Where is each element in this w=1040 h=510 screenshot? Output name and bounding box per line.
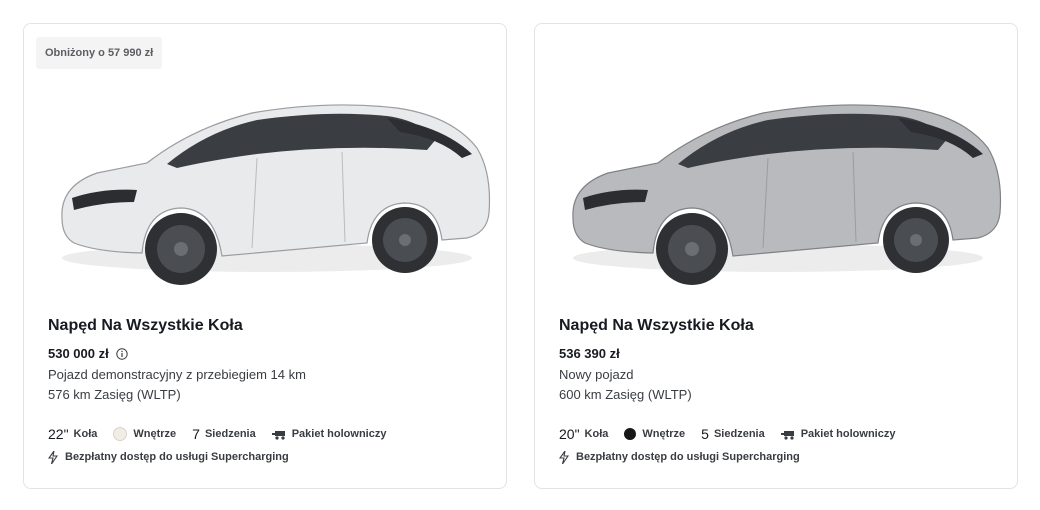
vehicle-condition: Nowy pojazd bbox=[559, 367, 634, 382]
supercharging-note: Bezpłatny dostęp do usługi Supercharging bbox=[559, 448, 997, 466]
interior-swatch bbox=[113, 427, 128, 441]
car-image[interactable] bbox=[553, 68, 1003, 293]
vehicle-card[interactable]: Napęd Na Wszystkie Koła 536 390 zł Nowy … bbox=[534, 23, 1018, 489]
tow-label: Pakiet holowniczy bbox=[291, 428, 387, 440]
wheels-value: 20" bbox=[559, 426, 580, 442]
vehicle-title[interactable]: Napęd Na Wszystkie Koła bbox=[559, 316, 997, 336]
seats-value: 7 bbox=[192, 426, 200, 442]
vehicle-card[interactable]: Obniżony o 57 990 zł Napęd Na Wszystkie … bbox=[23, 23, 507, 489]
interior-label: Wnętrze bbox=[133, 428, 177, 440]
supercharging-text: Bezpłatny dostęp do usługi Supercharging bbox=[576, 451, 800, 463]
seats-label: Siedzenia bbox=[713, 428, 765, 440]
interior-label: Wnętrze bbox=[642, 428, 686, 440]
supercharging-text: Bezpłatny dostęp do usługi Supercharging bbox=[65, 451, 289, 463]
vehicle-range: 576 km Zasięg (WLTP) bbox=[48, 387, 181, 402]
spec-wheels: 22" Koła bbox=[48, 426, 97, 442]
lightning-bolt-icon bbox=[48, 450, 58, 464]
seats-value: 5 bbox=[701, 426, 709, 442]
price-reduction-badge: Obniżony o 57 990 zł bbox=[36, 37, 163, 69]
price-value: 530 000 zł bbox=[48, 346, 109, 361]
vehicle-price: 530 000 zł bbox=[48, 346, 486, 362]
seats-label: Siedzenia bbox=[204, 428, 256, 440]
vehicle-price: 536 390 zł bbox=[559, 346, 997, 362]
feature-specs: 20" Koła Wnętrze 5 Siedzenia Pakiet holo… bbox=[559, 424, 997, 444]
interior-swatch bbox=[624, 428, 637, 440]
spec-wheels: 20" Koła bbox=[559, 426, 608, 442]
vehicle-range: 600 km Zasięg (WLTP) bbox=[559, 387, 692, 402]
vehicle-title[interactable]: Napęd Na Wszystkie Koła bbox=[48, 316, 486, 336]
wheels-value: 22" bbox=[48, 426, 69, 442]
supercharging-note: Bezpłatny dostęp do usługi Supercharging bbox=[48, 448, 486, 466]
price-value: 536 390 zł bbox=[559, 346, 620, 361]
tow-hitch-icon bbox=[271, 430, 285, 440]
spec-tow: Pakiet holowniczy bbox=[780, 428, 896, 440]
spec-tow: Pakiet holowniczy bbox=[271, 428, 387, 440]
feature-specs: 22" Koła Wnętrze 7 Siedzenia Pakiet holo… bbox=[48, 424, 486, 444]
car-image[interactable] bbox=[42, 68, 492, 293]
wheels-label: Koła bbox=[73, 428, 98, 440]
spec-interior: Wnętrze bbox=[624, 428, 685, 440]
spec-seats: 7 Siedzenia bbox=[192, 426, 256, 442]
wheels-label: Koła bbox=[584, 428, 609, 440]
tow-hitch-icon bbox=[780, 430, 794, 440]
inventory-results: Obniżony o 57 990 zł Napęd Na Wszystkie … bbox=[0, 0, 1040, 510]
tow-label: Pakiet holowniczy bbox=[800, 428, 896, 440]
lightning-bolt-icon bbox=[559, 450, 569, 464]
vehicle-condition: Pojazd demonstracyjny z przebiegiem 14 k… bbox=[48, 367, 306, 382]
info-icon[interactable] bbox=[116, 348, 128, 360]
spec-interior: Wnętrze bbox=[113, 427, 176, 441]
spec-seats: 5 Siedzenia bbox=[701, 426, 765, 442]
